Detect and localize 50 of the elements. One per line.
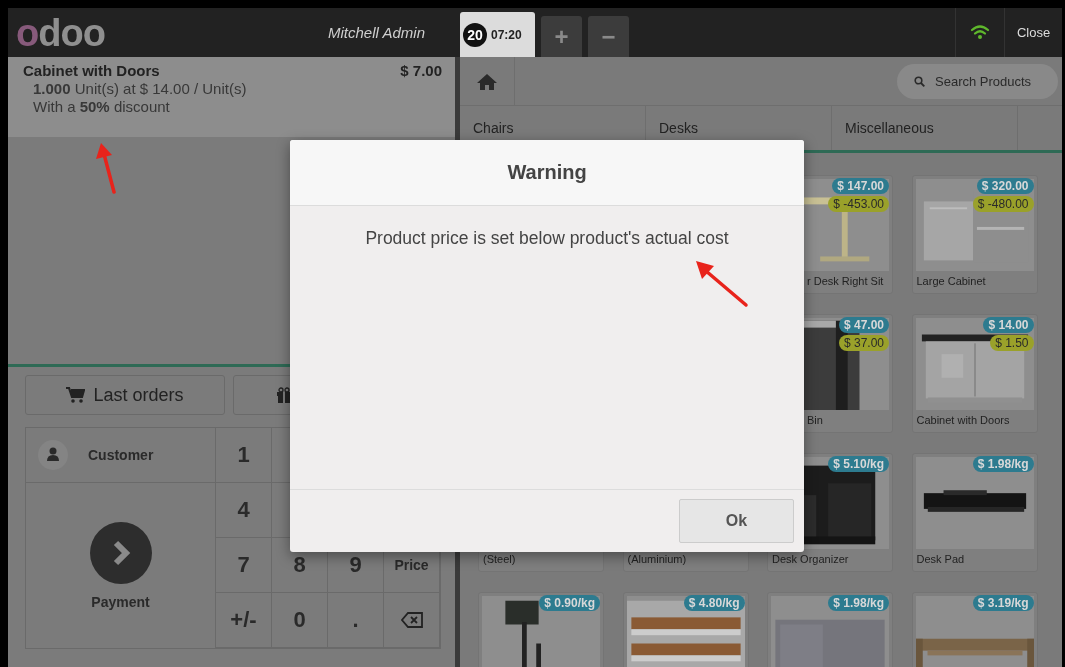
numpad-key[interactable]: 1 — [216, 428, 272, 483]
margin-tag: $ 37.00 — [838, 335, 889, 351]
product-name: Large Cabinet — [915, 274, 987, 289]
order-tab[interactable]: 20 07:20 — [460, 12, 535, 57]
margin-tag: $ -480.00 — [972, 196, 1034, 212]
product-card[interactable]: $ 14.00 $ 1.50 Cabinet with Doors — [911, 314, 1038, 433]
margin-tag: $ 1.50 — [990, 335, 1034, 351]
remove-order-button[interactable]: − — [588, 16, 629, 57]
dialog-title: Warning — [507, 161, 587, 184]
add-order-button[interactable]: + — [541, 16, 582, 57]
numpad-key[interactable]: +/- — [216, 593, 272, 648]
product-card[interactable]: $ 3.19/kg — [911, 592, 1038, 667]
product-card[interactable]: $ 4.80/kg — [622, 592, 749, 667]
numpad-key[interactable]: 0 — [272, 593, 328, 648]
last-orders-button[interactable]: Last orders — [25, 375, 225, 415]
price-tag: $ 5.10/kg — [828, 456, 889, 472]
user-name: Mitchell Admin — [328, 24, 426, 41]
dialog-message: Product price is set below product's actual cost — [365, 228, 729, 248]
product-name: (Aluminium) — [626, 552, 688, 567]
product-card[interactable]: $ 0.90/kg — [478, 592, 604, 667]
product-name: Cabinet with Doors — [915, 413, 1011, 428]
product-card[interactable]: $ 1.98/kg — [767, 592, 893, 667]
price-tag: $ 147.00 — [832, 178, 889, 194]
product-name: (Steel) — [482, 552, 517, 567]
price-tag: $ 4.80/kg — [683, 595, 745, 611]
price-tag: $ 0.90/kg — [539, 595, 600, 611]
search-field[interactable]: Search Products — [897, 63, 1058, 99]
discount-info: With a 50% discount — [32, 98, 171, 115]
logo: odoo — [15, 13, 105, 52]
product-name: Cabinet with Doors — [23, 62, 160, 79]
customer-button[interactable]: Customer — [26, 428, 216, 483]
product-name: Desk Pad — [915, 552, 966, 567]
price-tag: $ 1.98/kg — [828, 595, 889, 611]
margin-tag: $ -453.00 — [828, 196, 889, 212]
product-name: Bin — [806, 413, 824, 428]
product-card[interactable]: $ 320.00 $ -480.00 Large Cabinet — [911, 175, 1038, 294]
product-name: r Desk Right Sit — [806, 274, 885, 289]
price-tag: $ 1.98/kg — [972, 456, 1034, 472]
ok-button[interactable]: Ok — [679, 499, 794, 543]
price-tag: $ 14.00 — [983, 317, 1034, 333]
product-name: Desk Organizer — [771, 552, 850, 567]
numpad-key[interactable]: 4 — [216, 483, 272, 538]
line-price: $ 7.00 — [400, 62, 442, 79]
product-card[interactable]: $ 1.98/kg Desk Pad — [911, 453, 1038, 572]
numpad-key[interactable]: . — [328, 593, 384, 648]
price-tag: $ 320.00 — [976, 178, 1034, 194]
quantity-info: 1.000 Unit(s) at $ 14.00 / Unit(s) — [32, 80, 248, 97]
price-tag: $ 3.19/kg — [972, 595, 1034, 611]
numpad-key[interactable]: 7 — [216, 538, 272, 593]
price-tag: $ 47.00 — [838, 317, 889, 333]
